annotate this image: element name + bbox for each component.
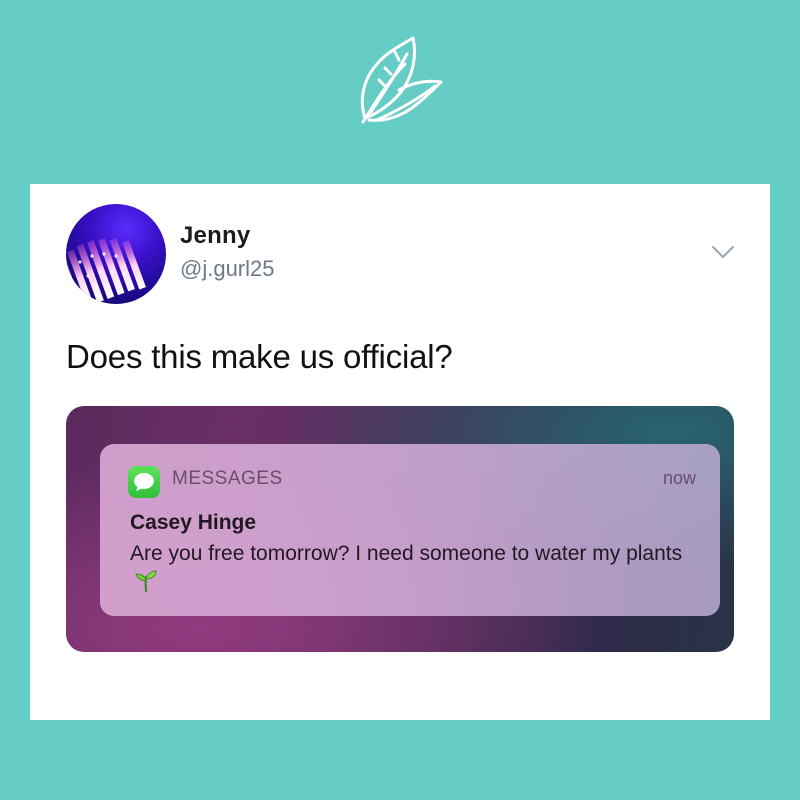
- user-handle[interactable]: @j.gurl25: [180, 256, 275, 282]
- tweet-image[interactable]: MESSAGES now Casey Hinge Are you free to…: [66, 406, 734, 652]
- message-notification: MESSAGES now Casey Hinge Are you free to…: [100, 444, 720, 616]
- tweet-card: Jenny @j.gurl25 Does this make us offici…: [30, 184, 770, 720]
- sprout-icon: [134, 569, 158, 602]
- notification-time: now: [662, 468, 696, 488]
- app-name: MESSAGES: [172, 468, 283, 489]
- chevron-down-icon[interactable]: [710, 244, 736, 260]
- messages-icon: [128, 466, 160, 498]
- leaf-logo-icon: [355, 30, 447, 126]
- tweet-text: Does this make us official?: [66, 338, 453, 375]
- user-name[interactable]: Jenny: [180, 222, 250, 250]
- message-text: Are you free tomorrow? I need someone to…: [130, 539, 690, 602]
- sender-name: Casey Hinge: [130, 511, 257, 534]
- message-body: Are you free tomorrow? I need someone to…: [130, 542, 683, 565]
- user-avatar[interactable]: [66, 204, 166, 304]
